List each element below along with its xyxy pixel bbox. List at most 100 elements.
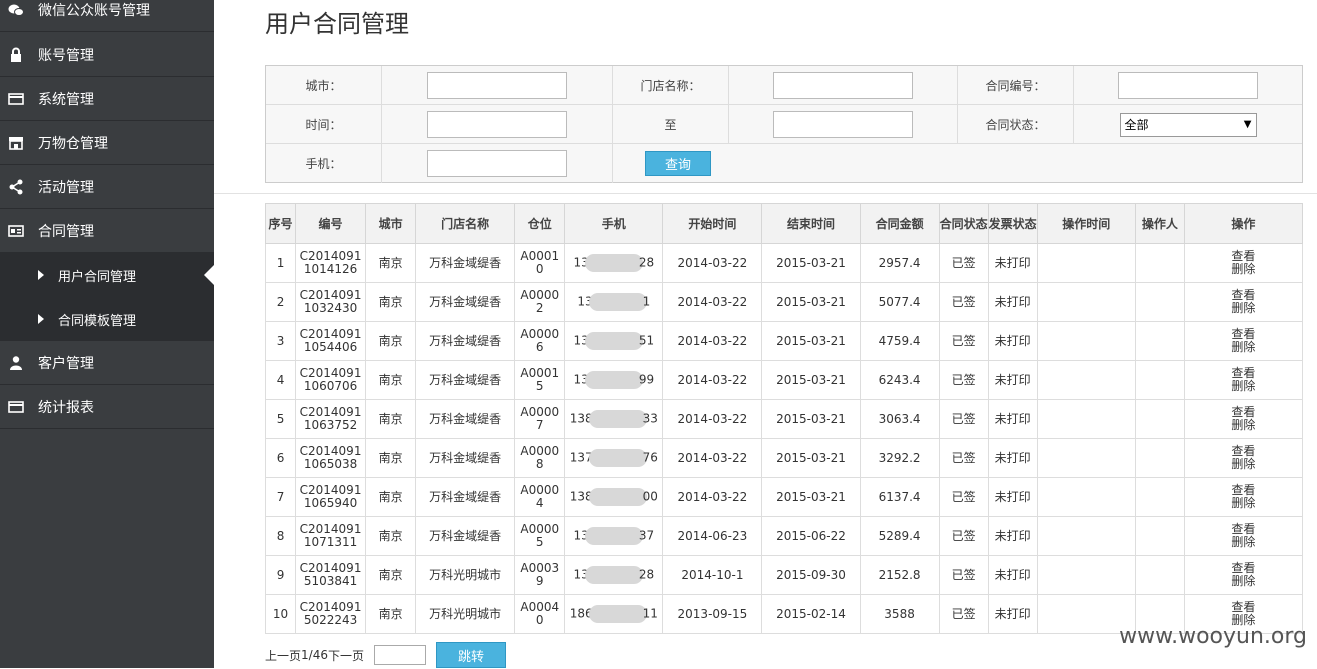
city-value: 南京 <box>378 528 403 543</box>
column-header[interactable]: 开始时间 <box>662 203 763 244</box>
delete-link[interactable]: 删除 <box>1185 458 1302 471</box>
share-icon <box>8 179 24 195</box>
start-time-input[interactable] <box>427 111 567 138</box>
sidebar-subitem-contract-template[interactable]: 合同模板管理 <box>0 297 214 341</box>
dropdown-arrow-icon: ▼ <box>1243 119 1252 130</box>
delete-link[interactable]: 删除 <box>1185 341 1302 354</box>
store-value: 万科金域缇香 <box>429 294 502 309</box>
filter-row: 时间： 至 合同状态： 全部 ▼ <box>266 105 1302 144</box>
column-header[interactable]: 操作人 <box>1134 203 1185 244</box>
store-cell <box>729 66 958 105</box>
sidebar-item-customer[interactable]: 客户管理 <box>0 341 214 385</box>
sidebar-item-label: 系统管理 <box>38 91 94 108</box>
start-date: 2014-06-23 <box>677 528 748 543</box>
sidebar-item-activity[interactable]: 活动管理 <box>0 165 214 209</box>
contract-no-part: 5103841 <box>303 574 358 588</box>
sidebar-item-warehouse[interactable]: 万物仓管理 <box>0 121 214 165</box>
city-label: 城市： <box>266 66 382 105</box>
contract-no-part: 1065038 <box>303 457 358 471</box>
contract-no-part: C2014091 <box>299 600 362 614</box>
delete-link[interactable]: 删除 <box>1185 575 1302 588</box>
contract-icon <box>8 223 24 239</box>
prev-page-link[interactable]: 上一页 <box>265 647 301 664</box>
contract-status: 已签 <box>951 255 976 270</box>
jump-button[interactable]: 跳转 <box>435 642 506 668</box>
delete-link[interactable]: 删除 <box>1185 419 1302 432</box>
row-index: 4 <box>276 372 285 387</box>
sidebar-item-system[interactable]: 系统管理 <box>0 77 214 121</box>
delete-link[interactable]: 删除 <box>1185 380 1302 393</box>
contract-no-part: C2014091 <box>299 288 362 302</box>
contract-no-part: C2014091 <box>299 366 362 380</box>
end-time-input[interactable] <box>773 111 913 138</box>
contract-no-input[interactable] <box>1118 72 1258 99</box>
position-part: 2 <box>535 301 544 315</box>
column-header[interactable]: 门店名称 <box>415 203 516 244</box>
sidebar-item-contract[interactable]: 合同管理 <box>0 209 214 253</box>
column-header[interactable]: 合同状态 <box>938 203 989 244</box>
city-value: 南京 <box>378 333 403 348</box>
column-header[interactable]: 操作时间 <box>1036 203 1136 244</box>
position-part: A0000 <box>520 522 560 536</box>
column-header[interactable]: 合同金额 <box>859 203 940 244</box>
page-number-input[interactable] <box>373 645 426 665</box>
invoice-status: 未打印 <box>994 255 1031 270</box>
city-input[interactable] <box>427 72 567 99</box>
column-header[interactable]: 城市 <box>365 203 417 244</box>
store-icon <box>8 135 24 151</box>
row-index: 5 <box>276 411 285 426</box>
start-date: 2014-03-22 <box>677 489 748 504</box>
sidebar-item-wechat[interactable]: 微信公众账号管理 <box>0 0 214 32</box>
city-cell <box>382 66 613 105</box>
redaction-mask <box>588 605 647 623</box>
amount-value: 5077.4 <box>878 294 921 309</box>
column-header[interactable]: 仓位 <box>514 203 566 244</box>
card-icon <box>8 91 24 107</box>
column-header[interactable]: 序号 <box>264 203 297 244</box>
contract-no-part: C2014091 <box>299 249 362 263</box>
sidebar-item-account[interactable]: 账号管理 <box>0 33 214 77</box>
sidebar-item-label: 统计报表 <box>38 399 94 416</box>
query-button[interactable]: 查询 <box>645 151 711 176</box>
status-select[interactable]: 全部 ▼ <box>1119 112 1257 137</box>
column-header[interactable]: 操作 <box>1183 203 1304 244</box>
city-value: 南京 <box>378 372 403 387</box>
start-date: 2014-03-22 <box>677 372 748 387</box>
redaction-mask <box>584 254 643 272</box>
delete-link[interactable]: 删除 <box>1185 263 1302 276</box>
store-label: 门店名称： <box>613 66 729 105</box>
delete-link[interactable]: 删除 <box>1185 302 1302 315</box>
phone-input[interactable] <box>427 150 567 177</box>
column-header[interactable]: 结束时间 <box>761 203 861 244</box>
sidebar-subitem-label: 合同模板管理 <box>58 313 137 329</box>
position-part: 0 <box>535 613 544 627</box>
wechat-icon <box>8 2 24 18</box>
sidebar-subitem-user-contract[interactable]: 用户合同管理 <box>0 253 214 297</box>
start-date: 2014-03-22 <box>677 255 748 270</box>
contract-no-part: C2014091 <box>299 522 362 536</box>
column-header[interactable]: 编号 <box>295 203 367 244</box>
contract-no-label: 合同编号： <box>958 66 1074 105</box>
phone-suffix: 11 <box>642 606 658 621</box>
contract-no-part: 1071311 <box>303 535 358 549</box>
store-value: 万科光明城市 <box>429 567 502 582</box>
table-row: 9 C2014091 5103841 南京 万科光明城市 A0003 9 13 28 2014-1… <box>264 555 1304 595</box>
store-name-input[interactable] <box>773 72 913 99</box>
column-header[interactable]: 手机 <box>564 203 664 244</box>
store-value: 万科金域缇香 <box>429 528 502 543</box>
contract-no-part: 1060706 <box>303 379 358 393</box>
contract-no-part: 1032430 <box>303 301 358 315</box>
column-header[interactable]: 发票状态 <box>987 203 1038 244</box>
contract-status: 已签 <box>951 567 976 582</box>
row-index: 2 <box>276 294 285 309</box>
lock-icon <box>8 47 24 63</box>
amount-value: 3292.2 <box>878 450 921 465</box>
invoice-status: 未打印 <box>994 294 1031 309</box>
delete-link[interactable]: 删除 <box>1185 497 1302 510</box>
delete-link[interactable]: 删除 <box>1185 536 1302 549</box>
next-page-link[interactable]: 下一页 <box>328 647 364 664</box>
sidebar-item-report[interactable]: 统计报表 <box>0 385 214 429</box>
contract-no-part: 1065940 <box>303 496 358 510</box>
start-date: 2014-03-22 <box>677 411 748 426</box>
phone-suffix: 33 <box>642 411 658 426</box>
